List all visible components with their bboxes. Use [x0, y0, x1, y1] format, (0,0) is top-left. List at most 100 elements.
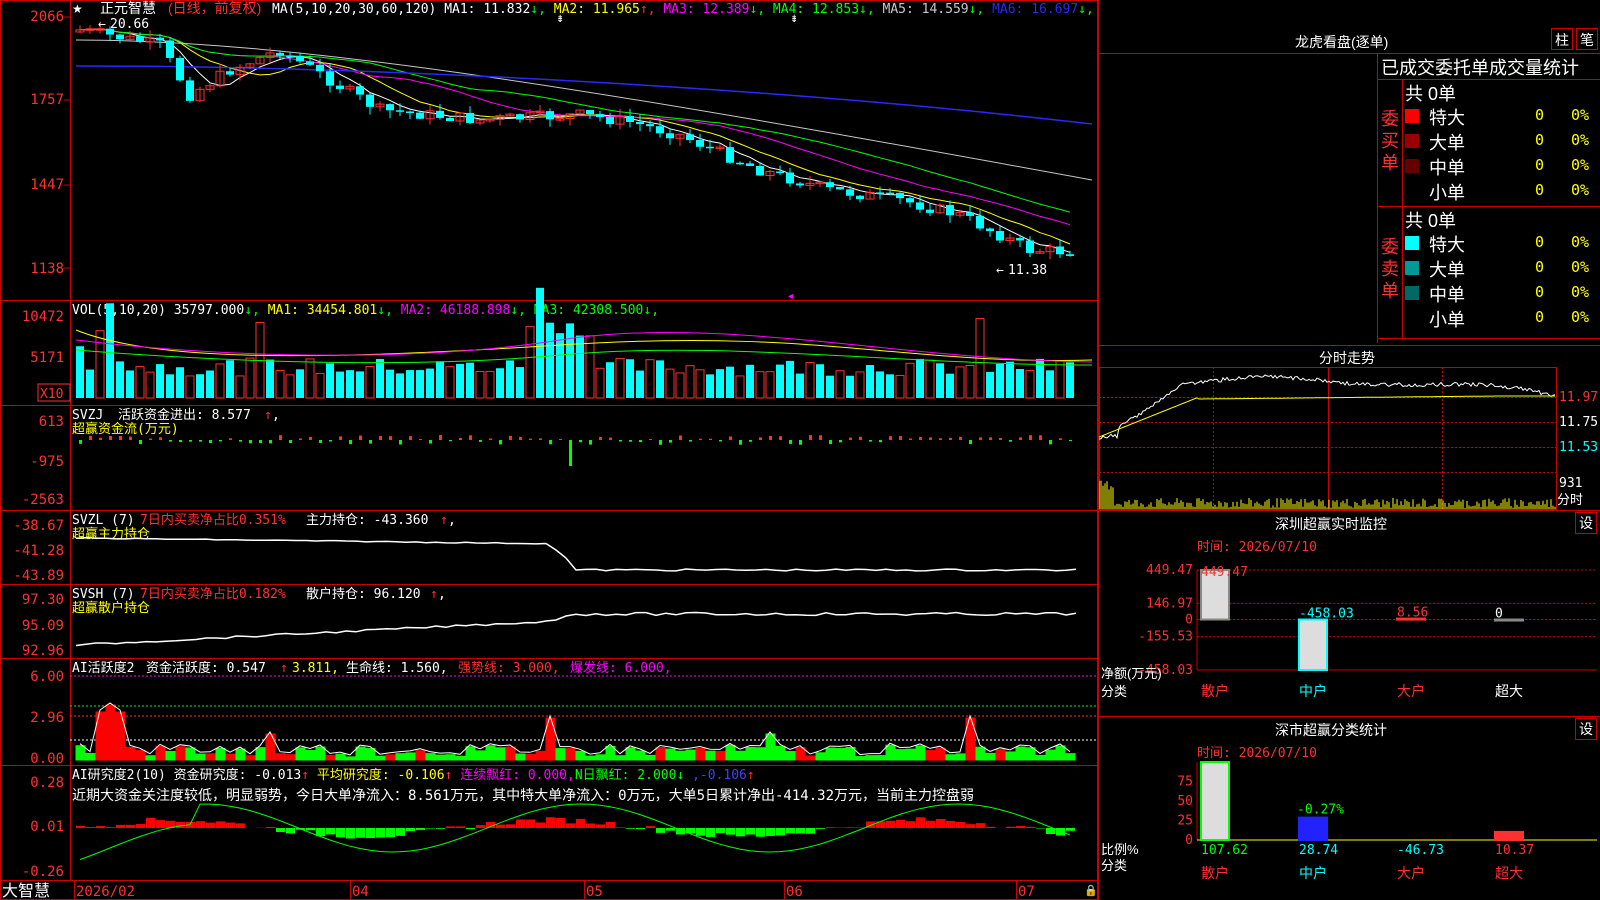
kline-chart-svg[interactable]: 2066 1757 1447 1138 ★ ⇟ ⇟ ◂ 正元智慧 (日线，前复权… [0, 0, 1098, 900]
volume-bar [496, 368, 504, 398]
flow-bar [309, 436, 312, 440]
monitor-settings-button[interactable]: 设 [1575, 512, 1597, 534]
research-bar [426, 828, 435, 829]
volume-bar [76, 346, 84, 398]
candle-body [946, 205, 954, 216]
classify-category-label: 中户 [1299, 865, 1327, 881]
flow-bar [89, 435, 92, 440]
volume-bar [866, 365, 874, 398]
classify-settings-button[interactable]: 设 [1575, 718, 1597, 740]
main-holding-line [75, 536, 1077, 572]
activity-bar [555, 748, 566, 761]
volume-bar [525, 325, 535, 399]
research-bar [776, 828, 785, 836]
candle-body [796, 183, 804, 186]
star-icon: ★ [72, 2, 83, 16]
flow-bar [1059, 438, 1062, 440]
ai-research-y-tick: 0.28 [30, 775, 64, 791]
stats-title: 已成交委托单成交量统计 [1381, 58, 1579, 78]
volume-bar [336, 371, 344, 398]
flow-bar [759, 437, 762, 440]
candle-body [186, 80, 194, 101]
classify-y-tick: 25 [1177, 814, 1193, 829]
flow-bar [119, 436, 122, 440]
research-bar [956, 822, 965, 828]
intraday-chart-svg[interactable]: 11.97 11.75 11.53 931 分时 [1099, 367, 1600, 527]
activity-bar [105, 704, 116, 761]
classify-title: 深市超赢分类统计 [1275, 722, 1387, 738]
flow-bar [879, 440, 882, 443]
chart-area[interactable]: 2066 1757 1447 1138 ★ ⇟ ⇟ ◂ 正元智慧 (日线，前复权… [0, 0, 1098, 900]
activity-bar [85, 752, 96, 761]
research-bar [306, 828, 315, 831]
research-bar [446, 826, 455, 828]
flow-bar [839, 440, 842, 443]
volume-bar [296, 369, 304, 398]
svzj-comma: , [272, 408, 280, 423]
candle-body [306, 61, 314, 65]
activity-bar [725, 744, 736, 761]
activity-bar [905, 748, 916, 761]
volume-bar [765, 371, 775, 399]
legend-item: MA1: 11.832 [444, 2, 530, 17]
volume-bar [315, 372, 325, 399]
ai-research-item: 连续飘红: 0.000, [460, 767, 575, 783]
research-bar [96, 826, 105, 828]
tick-toggle-button[interactable]: 笔 [1576, 28, 1598, 50]
flow-bar [299, 438, 302, 440]
flow-bar [679, 435, 682, 440]
candle-body [876, 192, 884, 194]
volume-bar [796, 373, 804, 398]
ai-active-title: AI活跃度2 [72, 660, 134, 676]
research-bar [416, 828, 425, 830]
ai-research-arrow: ↑ [301, 768, 317, 783]
research-line [79, 803, 1071, 860]
legend-item: MA5: 14.559 [883, 2, 969, 17]
flow-bar [999, 437, 1002, 440]
flow-bar [469, 435, 472, 440]
volume-bar [886, 374, 894, 398]
volume-bar [365, 365, 375, 399]
activity-bar [635, 750, 646, 761]
research-bar [586, 823, 595, 828]
flow-bar [979, 437, 982, 440]
intraday-y-tick: 11.53 [1559, 440, 1598, 455]
activity-bar [335, 753, 346, 761]
flow-bar [589, 440, 592, 445]
candle-body [416, 112, 424, 119]
classify-value-label: 10.37 [1495, 843, 1534, 858]
research-bar [556, 817, 565, 828]
research-bar [196, 821, 205, 828]
research-bar [926, 820, 935, 828]
activity-bar [135, 749, 146, 761]
research-bar [606, 821, 615, 828]
research-bar [656, 828, 665, 833]
flow-bar [889, 436, 892, 440]
research-bar [806, 828, 815, 834]
activity-bar [715, 750, 726, 761]
research-bar [596, 824, 605, 828]
research-bar [636, 828, 645, 829]
flow-bar [899, 436, 902, 440]
candle-body [786, 172, 794, 184]
activity-bar [185, 747, 196, 761]
volume-bar [636, 370, 644, 398]
order-row-value: 0 [1535, 131, 1545, 149]
svsh-value: 散户持仓: 96.120 [306, 586, 421, 602]
candle-body [446, 117, 454, 121]
activity-bar [695, 747, 706, 761]
classify-y-tick: 0 [1185, 833, 1193, 848]
intraday-title: 分时走势 [1319, 350, 1375, 366]
candle-body [316, 64, 324, 72]
volume-bar [116, 361, 124, 398]
classify-value-label: 107.62 [1201, 843, 1248, 858]
activity-bar [895, 749, 906, 761]
volume-bar [905, 362, 915, 399]
flow-bar [109, 435, 112, 440]
ai-research-arrow: ↑ [445, 768, 461, 783]
column-toggle-button[interactable]: 柱 [1551, 28, 1573, 50]
ai-active-life: 生命线: 1.560, [346, 660, 448, 676]
volume-bar [685, 365, 695, 399]
order-row-name: 大单 [1429, 133, 1465, 153]
research-bar [216, 821, 225, 828]
